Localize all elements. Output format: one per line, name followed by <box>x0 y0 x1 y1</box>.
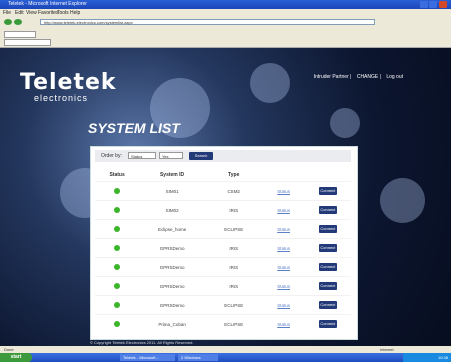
status-online-icon <box>114 244 121 251</box>
menu-tools[interactable]: Tools <box>57 10 69 16</box>
status-link[interactable]: Status <box>277 303 290 308</box>
menu-view[interactable]: View <box>26 10 37 16</box>
logo-subtitle: electronics <box>34 93 89 103</box>
system-type: IRIS <box>204 238 263 258</box>
header-links: Intruder Partner | CHANGE | Log out <box>313 74 403 80</box>
system-id-header: System ID <box>159 172 185 178</box>
close-button[interactable] <box>439 1 447 8</box>
table-row: GPRSDemo IRIS Status Connect <box>95 276 351 296</box>
change-link[interactable]: CHANGE <box>357 74 378 80</box>
status-link[interactable]: Status <box>277 227 290 232</box>
zone-text: Internet <box>380 347 394 352</box>
action-header <box>305 169 351 182</box>
system-id: GPRSDemo <box>139 257 205 277</box>
system-id: Prima_Cuban <box>139 314 205 333</box>
table-row: Eclipse_home ECLIPSE Status Connect <box>95 219 351 239</box>
menu-bar: File Edit View Favorites Tools Help <box>0 9 451 17</box>
connect-button[interactable]: Connect <box>318 263 337 271</box>
table-row: SIM02 IRIS Status Connect <box>95 200 351 220</box>
status-header: Status <box>109 172 125 178</box>
filter-bar: Order by: Status Yes Search <box>95 150 351 162</box>
menu-edit[interactable]: Edit <box>15 10 24 16</box>
table-row: GPRSDemo IRIS Status Connect <box>95 257 351 277</box>
menu-file[interactable]: File <box>3 10 11 16</box>
table-row: SIM01 CSM2 Status Connect <box>95 181 351 201</box>
status-link[interactable]: Status <box>277 189 290 194</box>
system-type: IRIS <box>204 276 263 296</box>
link-header <box>263 169 305 182</box>
taskbar-item[interactable]: 2 Windows <box>178 354 218 361</box>
status-online-icon <box>114 320 121 327</box>
system-id: GPRSDemo <box>139 238 205 258</box>
system-id: Eclipse_home <box>139 219 205 239</box>
type-header: Type <box>228 172 240 178</box>
address-input[interactable]: http://www.teletek-electronics.com/syste… <box>40 19 375 25</box>
system-type: IRIS <box>204 200 263 220</box>
clock: 10:38 <box>437 355 448 360</box>
system-table: Status System ID Type SIM01 CSM2 Status … <box>95 169 351 333</box>
status-link[interactable]: Status <box>277 322 290 327</box>
logout-link[interactable]: Log out <box>386 74 403 80</box>
menu-favorites[interactable]: Favorites <box>38 10 59 16</box>
connect-button[interactable]: Connect <box>318 301 337 309</box>
system-type: IRIS <box>204 257 263 277</box>
page-title: SYSTEM LIST <box>88 120 180 136</box>
minimize-button[interactable] <box>420 1 428 8</box>
favorites-tab[interactable] <box>4 39 51 46</box>
system-list-panel: Order by: Status Yes Search Status Syste… <box>90 146 358 340</box>
status-online-icon <box>114 206 121 213</box>
taskbar: start Teletek - Microsoft... 2 Windows 1… <box>0 353 451 362</box>
status-online-icon <box>114 282 121 289</box>
status-link[interactable]: Status <box>277 246 290 251</box>
status-online-icon <box>114 225 121 232</box>
connect-button[interactable]: Connect <box>318 225 337 233</box>
status-text: Done <box>4 347 14 352</box>
address-bar: http://www.teletek-electronics.com/syste… <box>0 17 451 27</box>
google-search-box[interactable] <box>4 31 36 38</box>
status-bar: Done Internet <box>0 346 451 353</box>
status-link[interactable]: Status <box>277 284 290 289</box>
status-link[interactable]: Status <box>277 265 290 270</box>
connect-button[interactable]: Connect <box>318 320 337 328</box>
system-type: ECLIPSE <box>204 295 263 315</box>
table-header-row: Status System ID Type <box>95 169 351 182</box>
system-id: GPRSDemo <box>139 295 205 315</box>
taskbar-item[interactable]: Teletek - Microsoft... <box>120 354 175 361</box>
table-row: GPRSDemo ECLIPSE Status Connect <box>95 295 351 315</box>
window-title: Teletek - Microsoft Internet Explorer <box>8 1 87 7</box>
system-id: GPRSDemo <box>139 276 205 296</box>
order-select[interactable]: Status <box>128 152 156 159</box>
system-type: CSM2 <box>204 181 263 201</box>
system-type: ECLIPSE <box>204 219 263 239</box>
back-icon[interactable] <box>4 19 12 25</box>
search-button[interactable]: Search <box>189 152 213 160</box>
system-tray: 10:38 <box>403 353 451 362</box>
connect-button[interactable]: Connect <box>318 244 337 252</box>
status-online-icon <box>114 187 121 194</box>
system-type: ECLIPSE <box>204 314 263 333</box>
table-row: Prima_Cuban ECLIPSE Status Connect <box>95 314 351 333</box>
system-id: SIM02 <box>139 200 205 220</box>
connect-button[interactable]: Connect <box>318 282 337 290</box>
forward-icon[interactable] <box>14 19 22 25</box>
browser-titlebar: Teletek - Microsoft Internet Explorer <box>0 0 451 9</box>
filter-select[interactable]: Yes <box>159 152 183 159</box>
status-online-icon <box>114 263 121 270</box>
page-content: Teletek electronics Intruder Partner | C… <box>0 48 451 346</box>
copyright-footer: © Copyright Teletek Electronics 2011. Al… <box>90 340 194 345</box>
status-link[interactable]: Status <box>277 208 290 213</box>
browser-toolbar <box>0 27 451 48</box>
order-by-label: Order by: <box>101 153 122 159</box>
connect-button[interactable]: Connect <box>318 187 337 195</box>
table-row: GPRSDemo IRIS Status Connect <box>95 238 351 258</box>
start-button[interactable]: start <box>0 353 32 362</box>
teletek-logo: Teletek <box>20 70 117 95</box>
status-online-icon <box>114 301 121 308</box>
connect-button[interactable]: Connect <box>318 206 337 214</box>
menu-help[interactable]: Help <box>70 10 80 16</box>
maximize-button[interactable] <box>429 1 437 8</box>
system-id: SIM01 <box>139 181 205 201</box>
partner-link[interactable]: Intruder Partner <box>314 74 349 80</box>
